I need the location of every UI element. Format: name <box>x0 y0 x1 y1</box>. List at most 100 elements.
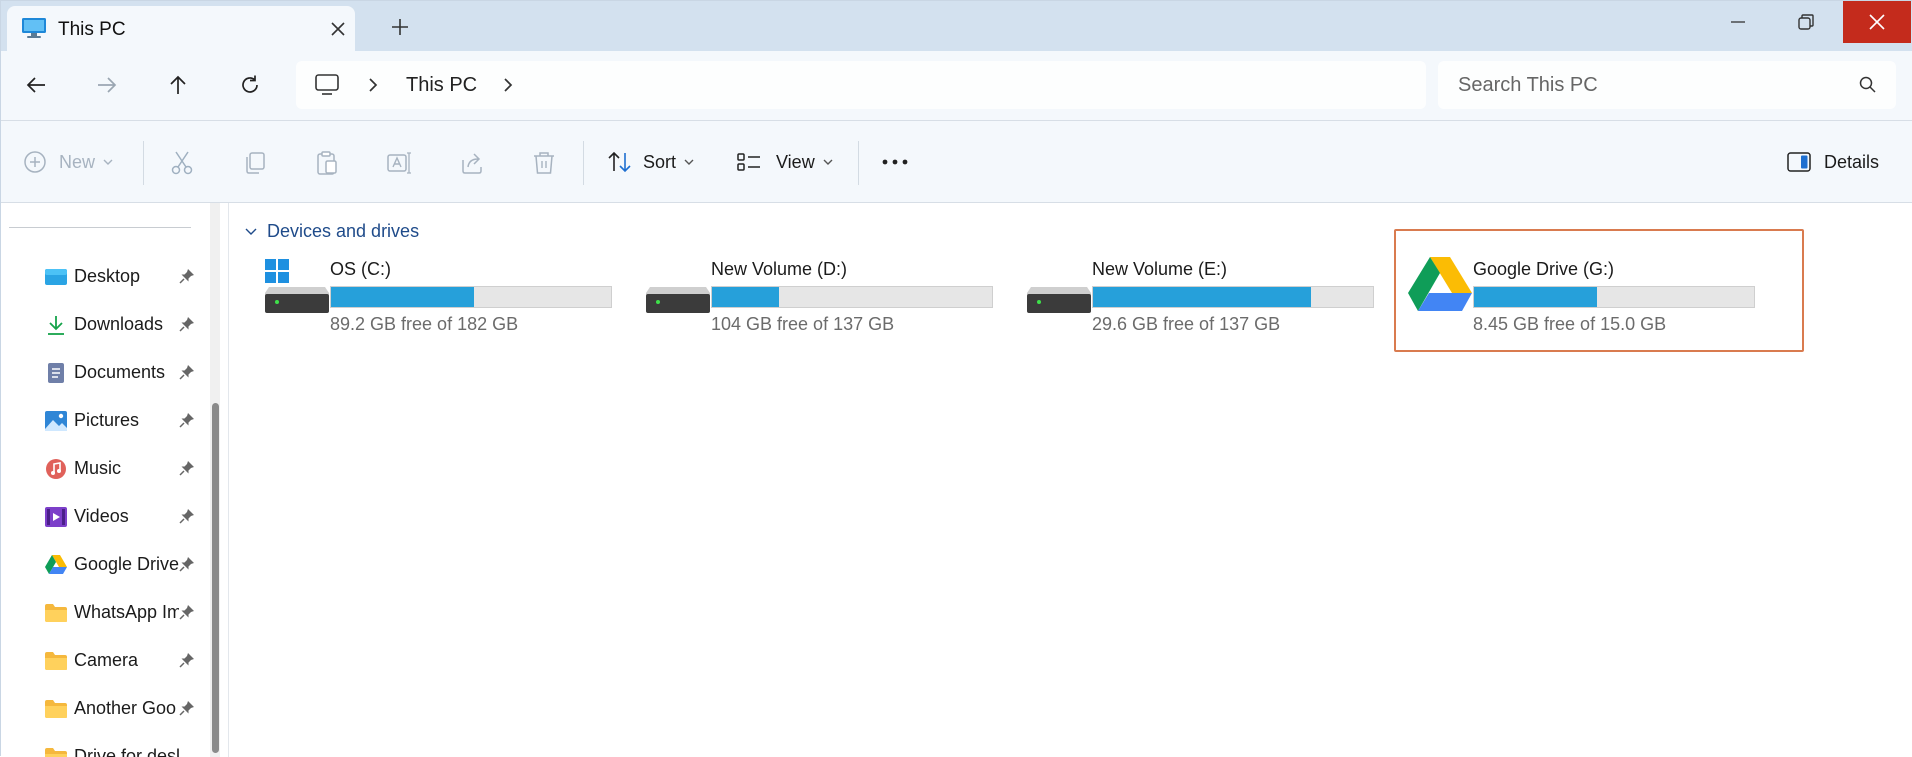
navigation-bar: This PC Search This PC <box>1 51 1912 121</box>
up-button[interactable] <box>158 65 198 105</box>
chevron-right-icon[interactable] <box>501 76 515 94</box>
search-box[interactable]: Search This PC <box>1438 61 1896 109</box>
computer-icon <box>315 74 339 95</box>
sort-icon <box>608 151 631 173</box>
chevron-right-icon[interactable] <box>366 76 380 94</box>
back-button[interactable] <box>16 65 56 105</box>
refresh-button[interactable] <box>230 65 270 105</box>
pin-icon[interactable] <box>179 268 195 284</box>
chevron-down-icon <box>245 228 257 235</box>
breadcrumb-this-pc[interactable]: This PC <box>406 74 477 97</box>
restore-button[interactable] <box>1773 1 1839 43</box>
refresh-icon <box>242 75 258 93</box>
search-input[interactable]: Search This PC <box>1458 74 1598 97</box>
group-header-devices[interactable]: Devices and drives <box>245 221 419 242</box>
details-label: Details <box>1824 151 1880 172</box>
pin-icon[interactable] <box>179 604 195 620</box>
sidebar-item-label: WhatsApp Im <box>74 602 179 622</box>
pin-icon[interactable] <box>179 364 195 380</box>
drive-d[interactable]: New Volume (D:) 104 GB free of 137 GB <box>640 251 1010 334</box>
monitor-icon <box>22 18 46 38</box>
share-icon <box>462 153 482 174</box>
divider <box>143 141 144 185</box>
sidebar-item-google-drive[interactable]: Google Drive <box>1 545 206 585</box>
sidebar-scrollbar[interactable] <box>210 203 220 757</box>
hard-drive-icon <box>646 287 710 313</box>
sidebar-item-another-google[interactable]: Another Goo <box>1 689 206 729</box>
view-label: View <box>776 151 815 172</box>
sidebar-item-videos[interactable]: Videos <box>1 497 206 537</box>
new-label: New <box>59 151 96 172</box>
sidebar-item-drive-folder[interactable]: Drive for desktop <box>1 737 206 757</box>
pin-icon[interactable] <box>179 460 195 476</box>
sidebar-item-label: Pictures <box>74 410 140 430</box>
sort-button[interactable]: Sort <box>607 143 694 181</box>
drive-e[interactable]: New Volume (E:) 29.6 GB free of 137 GB <box>1021 251 1391 334</box>
pictures-icon <box>45 411 67 431</box>
pin-icon[interactable] <box>179 412 195 428</box>
drive-usage-fill <box>1093 287 1312 307</box>
clipboard-icon <box>317 151 337 175</box>
delete-button[interactable] <box>530 149 558 177</box>
address-bar[interactable]: This PC <box>296 61 1426 109</box>
drive-name: New Volume (E:) <box>1092 259 1228 279</box>
sidebar-item-label: Documents <box>74 362 166 382</box>
sidebar-item-desktop[interactable]: Desktop <box>1 257 206 297</box>
sidebar-item-whatsapp-images[interactable]: WhatsApp Im <box>1 593 206 633</box>
sidebar-item-camera[interactable]: Camera <box>1 641 206 681</box>
pin-icon[interactable] <box>179 316 195 332</box>
paste-button[interactable] <box>313 149 341 177</box>
folder-icon <box>45 748 67 757</box>
more-options-button[interactable] <box>881 143 909 181</box>
share-button[interactable] <box>458 149 486 177</box>
pin-icon[interactable] <box>179 652 195 668</box>
sidebar-item-pictures[interactable]: Pictures <box>1 401 206 441</box>
rename-button[interactable] <box>385 149 413 177</box>
drive-free-space: 89.2 GB free of 182 GB <box>330 314 519 334</box>
drive-usage-fill <box>712 287 780 307</box>
sort-label: Sort <box>643 151 677 172</box>
pin-icon[interactable] <box>179 508 195 524</box>
tab-this-pc[interactable]: This PC <box>7 6 355 51</box>
sidebar-item-label: Desktop <box>74 266 141 286</box>
search-icon <box>1859 76 1876 93</box>
pin-icon[interactable] <box>179 556 195 572</box>
new-button[interactable]: New <box>23 143 113 181</box>
close-window-button[interactable] <box>1843 1 1911 43</box>
drive-usage-fill <box>331 287 474 307</box>
selection-highlight <box>1394 229 1804 352</box>
details-button[interactable]: Details <box>1786 143 1879 181</box>
music-icon <box>46 459 66 479</box>
scrollbar-thumb[interactable] <box>212 403 219 753</box>
minimize-button[interactable] <box>1705 1 1771 43</box>
rename-icon <box>387 152 411 174</box>
new-tab-button[interactable] <box>385 12 415 42</box>
sidebar-item-documents[interactable]: Documents <box>1 353 206 393</box>
copy-button[interactable] <box>241 149 269 177</box>
forward-button[interactable] <box>87 65 127 105</box>
windows-drive-icon <box>265 259 329 313</box>
folder-icon <box>45 700 67 718</box>
arrow-left-icon <box>26 77 45 93</box>
drive-free-space: 29.6 GB free of 137 GB <box>1092 314 1281 334</box>
google-drive-icon <box>45 555 67 574</box>
sidebar-item-label: Music <box>74 458 122 478</box>
drive-usage-bar <box>1092 286 1374 308</box>
close-icon <box>331 22 345 36</box>
sidebar-item-downloads[interactable]: Downloads <box>1 305 206 345</box>
sidebar-item-music[interactable]: Music <box>1 449 206 489</box>
sidebar-item-label: Google Drive <box>74 554 179 574</box>
chevron-down-icon <box>684 159 694 165</box>
arrow-up-icon <box>170 75 186 94</box>
drive-c[interactable]: OS (C:) 89.2 GB free of 182 GB <box>259 251 629 334</box>
close-tab-button[interactable] <box>325 16 351 42</box>
pin-icon[interactable] <box>179 700 195 716</box>
view-list-icon <box>737 153 760 171</box>
cut-button[interactable] <box>168 149 196 177</box>
sidebar-item-label: Another Goo <box>74 698 177 718</box>
plus-icon <box>392 19 408 35</box>
view-button[interactable]: View <box>736 143 833 181</box>
drive-usage-bar <box>330 286 612 308</box>
sidebar-item-label: Drive for desktop <box>74 746 179 757</box>
copy-icon <box>246 152 265 174</box>
